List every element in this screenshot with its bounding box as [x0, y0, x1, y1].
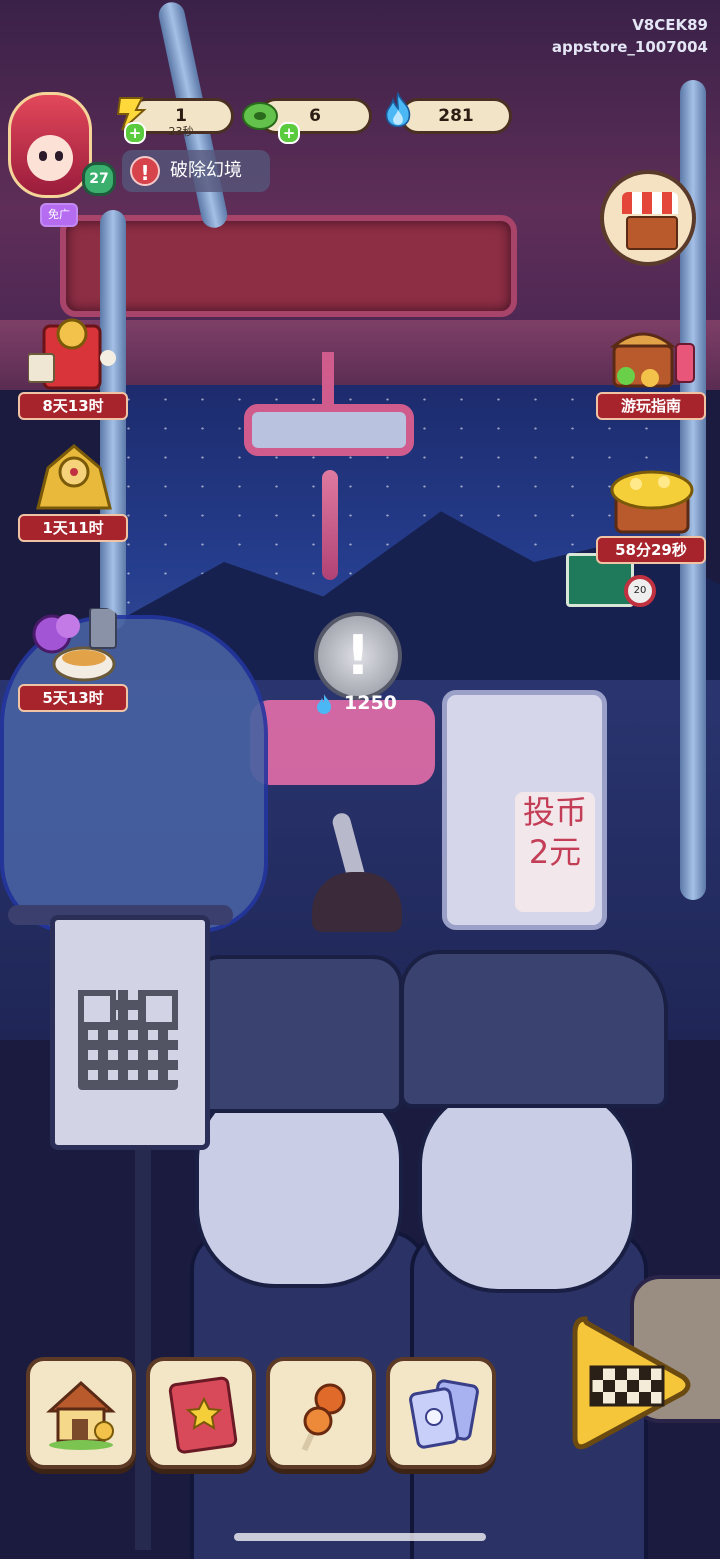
book-icon — [168, 1376, 238, 1454]
shop-counter — [626, 216, 678, 250]
quest-tag[interactable]: ! 破除幻境 — [122, 150, 270, 192]
blue-flame-icon — [385, 92, 411, 128]
home-indicator[interactable] — [234, 1533, 486, 1541]
home-button[interactable] — [26, 1357, 136, 1469]
mirror-stem — [322, 352, 334, 406]
flower-bowl-icon — [32, 608, 117, 682]
jade-coin-icon — [242, 102, 278, 130]
character-right-face[interactable] — [418, 1085, 636, 1293]
flame-bar[interactable]: 281 — [400, 98, 512, 134]
event-flower-timer: 5天13时 — [18, 684, 128, 712]
shop-stall-icon — [622, 192, 678, 214]
character-left-hat — [190, 955, 403, 1113]
ad-free-badge[interactable]: 免广 — [40, 203, 78, 227]
shop-button[interactable] — [600, 170, 696, 266]
book-button[interactable] — [146, 1357, 256, 1469]
red-gift-box-icon — [28, 318, 116, 390]
character-right-hat — [400, 950, 668, 1108]
account-channel: appstore_1007004 — [551, 38, 708, 56]
blue-flame-small-icon — [317, 694, 331, 714]
alert-icon: ! — [130, 156, 160, 186]
ceiling-panel — [60, 215, 517, 317]
quest-label: 破除幻境 — [170, 160, 242, 181]
checkered-play-icon[interactable] — [565, 1305, 695, 1465]
flame-value: 281 — [438, 106, 474, 126]
event-treasure-timer: 58分29秒 — [596, 536, 706, 564]
player-avatar[interactable] — [8, 92, 92, 198]
event-deity-timer: 1天11时 — [18, 514, 128, 542]
hanging-charm — [322, 470, 338, 580]
gear-shifter — [312, 811, 402, 932]
home-icon — [46, 1380, 116, 1450]
qr-code — [78, 990, 178, 1090]
cards-button[interactable] — [386, 1357, 496, 1469]
event-gift-timer: 8天13时 — [18, 392, 128, 420]
hint-cost: 1250 — [344, 692, 397, 714]
handrail-pole-left — [100, 210, 126, 630]
staff — [135, 1150, 151, 1550]
player-level-badge: 27 — [82, 162, 116, 196]
account-info: V8CEK89 appstore_1007004 — [552, 14, 708, 58]
treasure-chest-guide-icon — [609, 332, 695, 388]
food-button[interactable] — [266, 1357, 376, 1469]
energy-plus-button[interactable]: + — [124, 122, 146, 144]
speed-limit-sign: 20 — [624, 575, 656, 607]
event-guide-label: 游玩指南 — [596, 392, 706, 420]
hint-bubble[interactable]: ! — [314, 612, 402, 700]
meat-skewer-icon — [301, 1383, 346, 1452]
cards-icon — [409, 1379, 479, 1449]
golden-deity-icon — [36, 444, 112, 510]
rearview-mirror — [244, 404, 414, 456]
account-code: V8CEK89 — [632, 16, 708, 34]
gold-treasure-icon — [610, 470, 694, 534]
fare-box-sign: 投币2元 — [515, 792, 595, 912]
jade-plus-button[interactable]: + — [278, 122, 300, 144]
